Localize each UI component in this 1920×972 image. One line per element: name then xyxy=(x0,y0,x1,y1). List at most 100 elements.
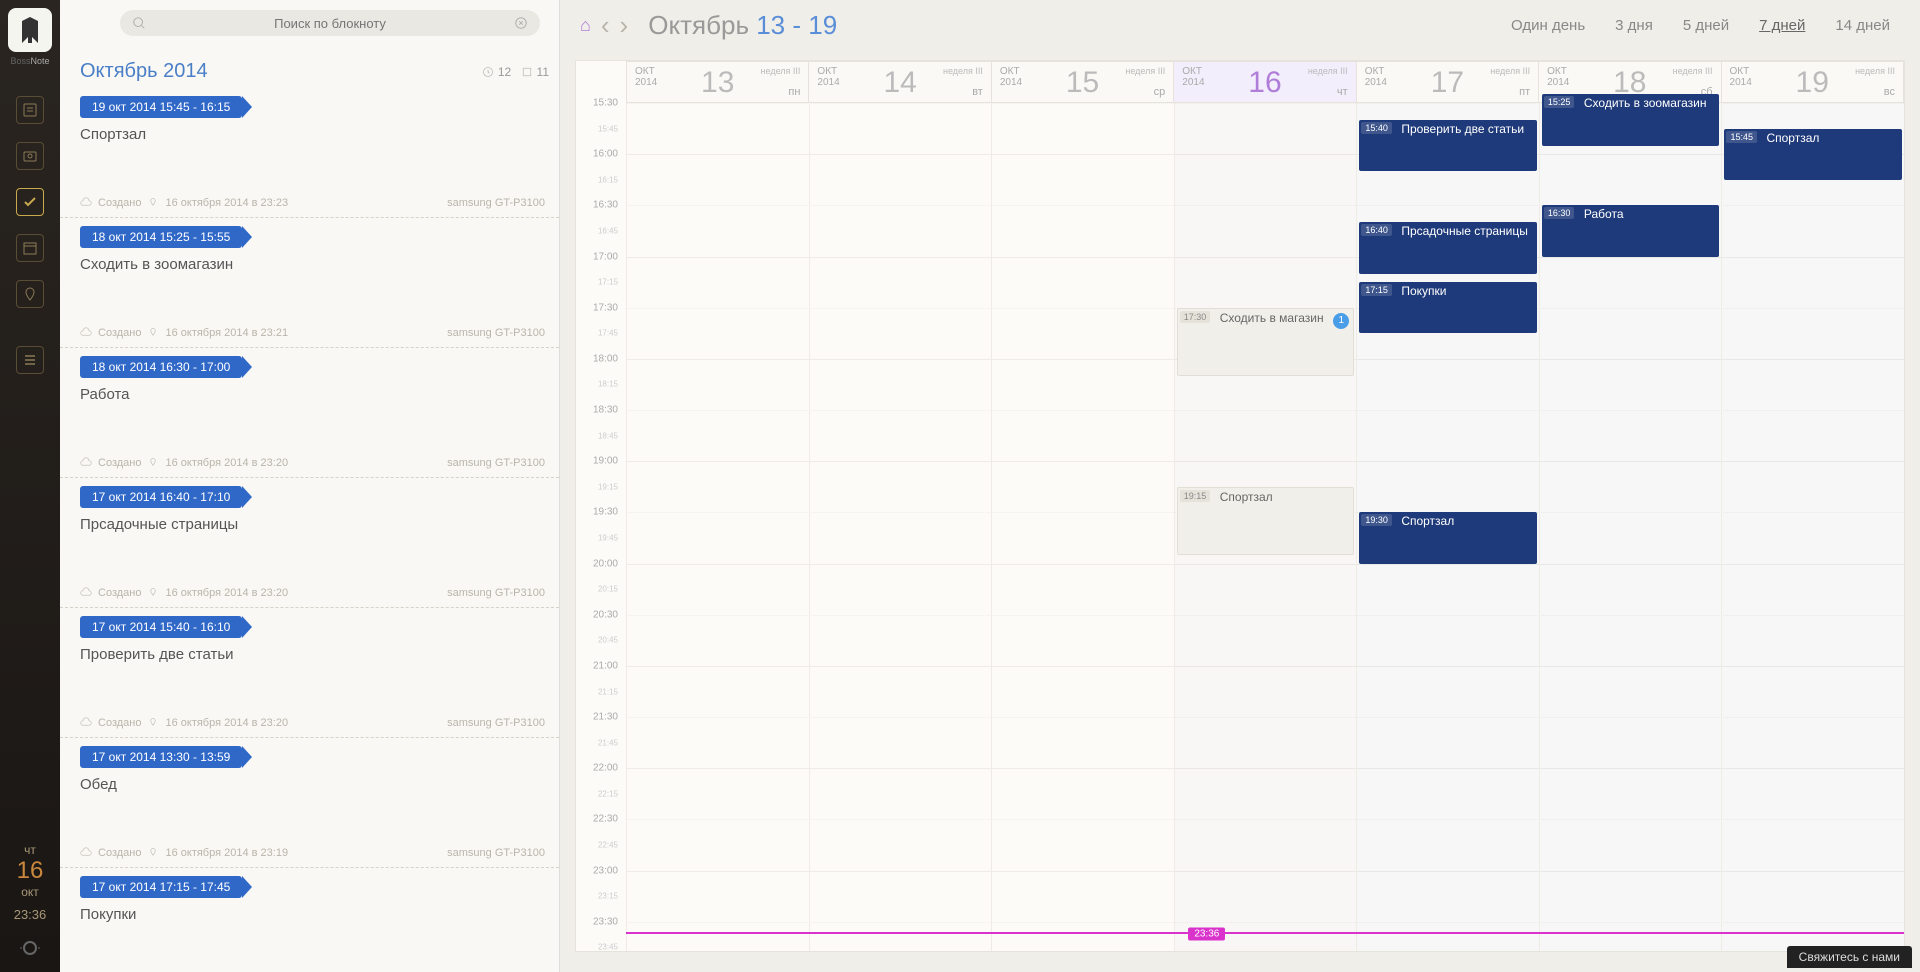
day-column[interactable]: 15:45Спортзал xyxy=(1721,103,1904,951)
search-box[interactable] xyxy=(120,10,540,36)
time-label: 18:00 xyxy=(593,353,618,364)
time-sublabel: 15:45 xyxy=(598,124,618,133)
sidebar-location-icon[interactable] xyxy=(16,280,44,308)
pin-icon xyxy=(147,327,159,339)
time-label: 17:30 xyxy=(593,302,618,313)
day-header[interactable]: ОКТ201417неделя IIIпт xyxy=(1357,61,1539,103)
view-tab-0[interactable]: Один день xyxy=(1511,17,1585,34)
calendar-event[interactable]: 16:40 Прсадочные страницы xyxy=(1359,222,1537,273)
day-header[interactable]: ОКТ201415неделя IIIср xyxy=(992,61,1174,103)
note-card[interactable]: 17 окт 2014 15:40 - 16:10 Проверить две … xyxy=(60,608,559,738)
time-sublabel: 16:45 xyxy=(598,226,618,235)
calendar-event[interactable]: 17:30Сходить в магазин1 xyxy=(1177,308,1355,376)
note-card[interactable]: 17 окт 2014 13:30 - 13:59 Обед Создано16… xyxy=(60,738,559,868)
sidebar-list-icon[interactable] xyxy=(16,346,44,374)
day-column[interactable]: 17:30Сходить в магазин1 19:15Спортзал xyxy=(1174,103,1357,951)
event-time: 16:30 xyxy=(1544,207,1575,219)
note-tag: 19 окт 2014 15:45 - 16:15 xyxy=(80,96,242,118)
app-logo[interactable] xyxy=(8,8,52,52)
pin-icon xyxy=(147,847,159,859)
notes-list[interactable]: 19 окт 2014 15:45 - 16:15 Спортзал Созда… xyxy=(60,88,559,972)
contact-button[interactable]: Свяжитесь с нами xyxy=(1787,946,1912,968)
clear-icon[interactable] xyxy=(514,16,528,30)
note-tag: 17 окт 2014 13:30 - 13:59 xyxy=(80,746,242,768)
time-label: 16:00 xyxy=(593,149,618,160)
time-label: 22:30 xyxy=(593,814,618,825)
note-card[interactable]: 18 окт 2014 15:25 - 15:55 Сходить в зоом… xyxy=(60,218,559,348)
time-label: 18:30 xyxy=(593,405,618,416)
sidebar-check-icon[interactable] xyxy=(16,188,44,216)
view-tab-1[interactable]: 3 дня xyxy=(1615,17,1653,34)
prev-arrow[interactable]: ‹ xyxy=(601,10,610,41)
pin-icon xyxy=(147,587,159,599)
event-title: Прсадочные страницы xyxy=(1401,224,1528,238)
time-sublabel: 19:45 xyxy=(598,534,618,543)
day-column[interactable]: 15:40Проверить две статьи 16:40 Прсадочные… xyxy=(1356,103,1539,951)
note-title: Сходить в зоомагазин xyxy=(80,256,545,273)
day-column[interactable] xyxy=(809,103,992,951)
calendar-event[interactable]: 19:15Спортзал xyxy=(1177,487,1355,555)
calendar-event[interactable]: 19:30Спортзал xyxy=(1359,512,1537,563)
event-title: Проверить две статьи xyxy=(1401,122,1524,136)
sidebar-photo-icon[interactable] xyxy=(16,142,44,170)
note-meta: Создано16 октября 2014 в 23:20 samsung G… xyxy=(80,457,545,469)
view-tab-2[interactable]: 5 дней xyxy=(1683,17,1729,34)
time-label: 21:00 xyxy=(593,660,618,671)
calendar-event[interactable]: 15:25Сходить в зоомагазин xyxy=(1542,94,1720,145)
event-time: 15:45 xyxy=(1726,131,1757,143)
time-sublabel: 22:45 xyxy=(598,841,618,850)
day-header[interactable]: ОКТ201419неделя IIIвс xyxy=(1722,61,1904,103)
event-title: Покупки xyxy=(1401,284,1446,298)
time-sublabel: 21:45 xyxy=(598,738,618,747)
time-grid: ОКТ201413неделя IIIпнОКТ201414неделя III… xyxy=(575,60,1905,952)
day-header[interactable]: ОКТ201414неделя IIIвт xyxy=(809,61,991,103)
time-sublabel: 22:15 xyxy=(598,789,618,798)
note-card[interactable]: 19 окт 2014 15:45 - 16:15 Спортзал Созда… xyxy=(60,88,559,218)
sidebar-note-icon[interactable] xyxy=(16,96,44,124)
home-icon[interactable]: ⌂ xyxy=(580,15,591,36)
day-header[interactable]: ОКТ201413неделя IIIпн xyxy=(626,61,809,103)
notes-month-header: Октябрь 2014 12 11 xyxy=(80,60,549,83)
time-label: 19:30 xyxy=(593,507,618,518)
event-badge: 1 xyxy=(1333,313,1349,329)
search-input[interactable] xyxy=(146,16,514,31)
note-meta: Создано16 октября 2014 в 23:20 samsung G… xyxy=(80,717,545,729)
calendar-event[interactable]: 15:40Проверить две статьи xyxy=(1359,120,1537,171)
note-card[interactable]: 17 окт 2014 17:15 - 17:45 Покупки Создан… xyxy=(60,868,559,972)
current-time-line: 23:36 xyxy=(626,932,1904,934)
cloud-icon xyxy=(80,457,92,469)
note-title: Спортзал xyxy=(80,126,545,143)
day-header[interactable]: ОКТ201416неделя IIIчт xyxy=(1174,61,1356,103)
brand-text: BossNote xyxy=(10,56,49,66)
search-icon xyxy=(132,16,146,30)
time-sublabel: 18:15 xyxy=(598,380,618,389)
note-title: Прсадочные страницы xyxy=(80,516,545,533)
cloud-icon xyxy=(80,197,92,209)
note-card[interactable]: 17 окт 2014 16:40 - 17:10 Прсадочные стр… xyxy=(60,478,559,608)
time-label: 23:00 xyxy=(593,865,618,876)
note-tag: 18 окт 2014 15:25 - 15:55 xyxy=(80,226,242,248)
cloud-icon xyxy=(80,847,92,859)
time-label: 20:30 xyxy=(593,609,618,620)
calendar-event[interactable]: 15:45Спортзал xyxy=(1724,129,1902,180)
pin-icon xyxy=(147,197,159,209)
note-card[interactable]: 18 окт 2014 16:30 - 17:00 Работа Создано… xyxy=(60,348,559,478)
day-column[interactable]: 15:25Сходить в зоомагазин16:30Работа xyxy=(1539,103,1722,951)
day-column[interactable] xyxy=(626,103,809,951)
view-tab-3[interactable]: 7 дней xyxy=(1759,17,1805,34)
next-arrow[interactable]: › xyxy=(620,10,629,41)
day-column[interactable] xyxy=(991,103,1174,951)
calendar-event[interactable]: 17:15Покупки xyxy=(1359,282,1537,333)
note-title: Работа xyxy=(80,386,545,403)
time-label: 20:00 xyxy=(593,558,618,569)
note-tag: 18 окт 2014 16:30 - 17:00 xyxy=(80,356,242,378)
event-title: Сходить в зоомагазин xyxy=(1584,96,1707,110)
view-tab-4[interactable]: 14 дней xyxy=(1835,17,1890,34)
note-count-icon xyxy=(521,66,533,78)
event-time: 16:40 xyxy=(1361,224,1392,236)
sidebar-calendar-icon[interactable] xyxy=(16,234,44,262)
calendar-event[interactable]: 16:30Работа xyxy=(1542,205,1720,256)
note-title: Обед xyxy=(80,776,545,793)
cloud-icon xyxy=(80,717,92,729)
sync-icon[interactable] xyxy=(18,936,42,960)
